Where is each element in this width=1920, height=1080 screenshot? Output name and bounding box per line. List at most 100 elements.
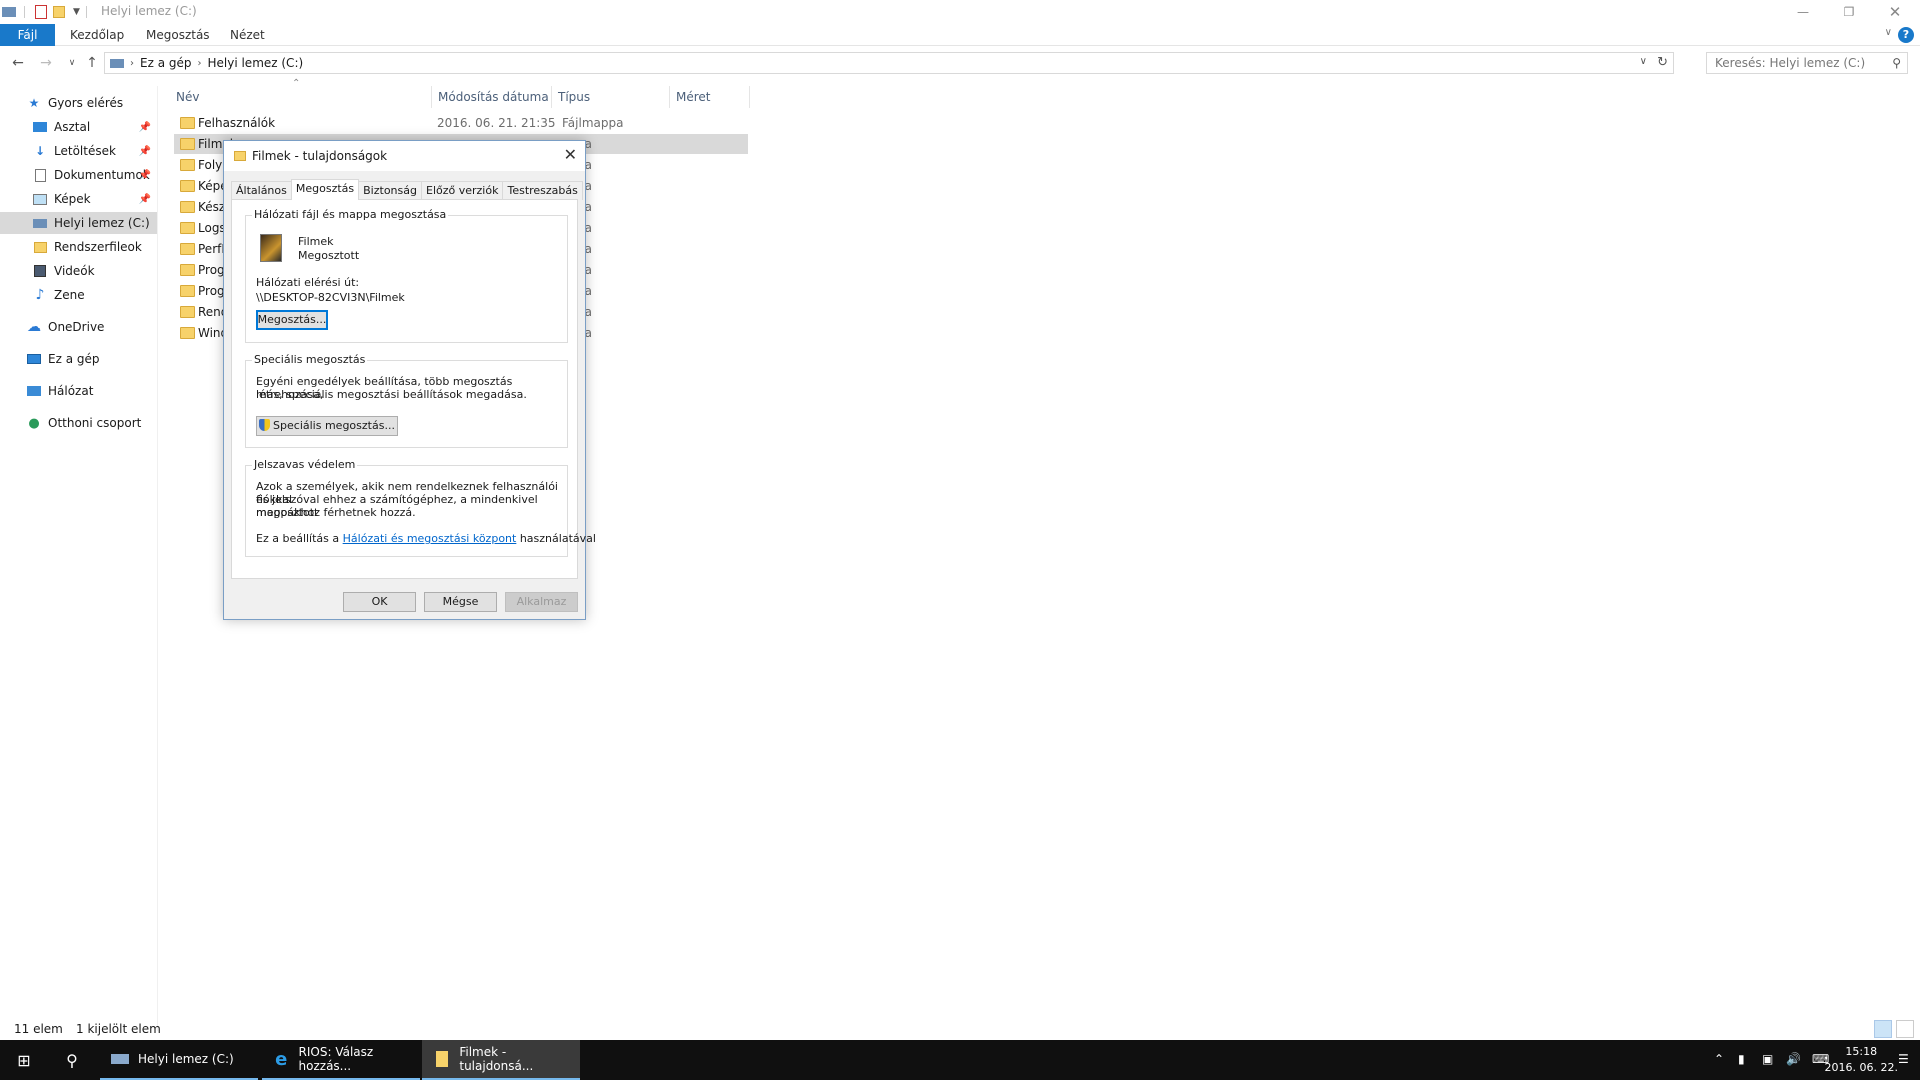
download-icon: ↓ <box>34 144 46 158</box>
address-bar[interactable]: › Ez a gép › Helyi lemez (C:) ∨ ↻ <box>104 52 1674 74</box>
tab-file[interactable]: Fájl <box>0 24 55 46</box>
nav-item-music[interactable]: ♪ Zene <box>0 284 157 306</box>
share-button[interactable]: Megosztás... <box>256 310 328 330</box>
refresh-icon[interactable]: ↻ <box>1657 55 1668 70</box>
new-folder-icon[interactable] <box>53 6 65 18</box>
search-input[interactable]: Keresés: Helyi lemez (C:) ⚲ <box>1706 52 1908 74</box>
pin-icon[interactable]: 📌 <box>139 170 151 181</box>
up-arrow-icon[interactable]: ↑ <box>82 53 102 73</box>
nav-item-pictures[interactable]: Képek 📌 <box>0 188 157 210</box>
show-hidden-icons-icon[interactable]: ⌃ <box>1714 1052 1724 1066</box>
apply-button[interactable]: Alkalmaz <box>505 592 578 612</box>
network-icon[interactable]: ▣ <box>1762 1052 1773 1066</box>
tab-share[interactable]: Megosztás <box>136 24 220 46</box>
cloud-icon: ☁ <box>27 319 41 335</box>
tab-customize[interactable]: Testreszabás <box>502 181 583 200</box>
tab-home[interactable]: Kezdőlap <box>60 24 134 46</box>
nav-item-downloads[interactable]: ↓ Letöltések 📌 <box>0 140 157 162</box>
nav-item-this-pc[interactable]: Ez a gép <box>0 348 157 370</box>
nav-item-desktop[interactable]: Asztal 📌 <box>0 116 157 138</box>
tab-previous-versions[interactable]: Előző verziók <box>421 181 504 200</box>
folder-icon <box>180 180 195 192</box>
cancel-button[interactable]: Mégse <box>424 592 497 612</box>
setting-suffix: használatával <box>516 532 596 545</box>
nav-item-onedrive[interactable]: ☁ OneDrive <box>0 316 157 338</box>
help-icon[interactable]: ? <box>1898 27 1914 43</box>
folder-icon <box>234 151 246 161</box>
pin-icon[interactable]: 📌 <box>139 146 151 157</box>
column-header-date[interactable]: Módosítás dátuma <box>432 86 552 108</box>
password-protection-group: Jelszavas védelem Azok a személyek, akik… <box>245 458 596 557</box>
folder-icon <box>180 222 195 234</box>
pin-icon[interactable]: 📌 <box>139 194 151 205</box>
search-icon: ⚲ <box>1892 56 1901 70</box>
back-arrow-icon[interactable]: ← <box>8 53 28 73</box>
folder-icon <box>432 1051 451 1067</box>
tab-general[interactable]: Általános <box>231 181 292 200</box>
chevron-right-icon[interactable]: › <box>130 58 134 69</box>
navigation-bar: ← → ∨ ↑ › Ez a gép › Helyi lemez (C:) ∨ … <box>0 47 1920 79</box>
properties-icon[interactable] <box>35 5 47 19</box>
nav-label: Asztal <box>54 120 91 134</box>
nav-item-documents[interactable]: Dokumentumok 📌 <box>0 164 157 186</box>
taskbar-item-explorer[interactable]: Helyi lemez (C:) <box>100 1040 258 1080</box>
nav-label: Hálózat <box>48 384 94 398</box>
windows-start-icon[interactable]: ⊞ <box>0 1040 48 1080</box>
restore-icon[interactable]: ❐ <box>1826 0 1872 24</box>
volume-icon[interactable]: 🔊 <box>1786 1052 1801 1066</box>
nav-item-quick-access[interactable]: ★ Gyors elérés <box>0 92 157 114</box>
advanced-sharing-group: Speciális megosztás Egyéni engedélyek be… <box>245 353 568 448</box>
tab-sharing[interactable]: Megosztás <box>290 179 360 200</box>
column-header-size[interactable]: Méret <box>670 86 750 108</box>
close-icon[interactable]: ✕ <box>1872 0 1918 24</box>
folder-icon <box>180 306 195 318</box>
details-view-icon[interactable] <box>1874 1020 1892 1038</box>
battery-icon[interactable]: ▮ <box>1738 1052 1745 1066</box>
drive-icon[interactable] <box>2 7 16 17</box>
large-icons-view-icon[interactable] <box>1896 1020 1914 1038</box>
nav-label: Ez a gép <box>48 352 100 366</box>
taskbar-item-browser[interactable]: e RIOS: Válasz hozzás... <box>262 1040 420 1080</box>
breadcrumb-local-disk[interactable]: Helyi lemez (C:) <box>207 56 303 70</box>
ribbon-expand-icon[interactable]: ∨ <box>1885 27 1892 38</box>
quick-access-toolbar: ▼ <box>0 3 87 21</box>
nav-item-system-files[interactable]: Rendszerfileok <box>0 236 157 258</box>
list-item[interactable]: Felhasználók 2016. 06. 21. 21:35 Fájlmap… <box>174 113 748 133</box>
search-placeholder: Keresés: Helyi lemez (C:) <box>1715 56 1866 70</box>
breadcrumb-this-pc[interactable]: Ez a gép <box>140 56 191 70</box>
forward-arrow-icon[interactable]: → <box>36 53 56 73</box>
clock[interactable]: 15:18 2016. 06. 22. <box>1825 1044 1898 1076</box>
navigation-pane: ★ Gyors elérés Asztal 📌 ↓ Letöltések 📌 D… <box>0 86 158 1031</box>
recent-locations-icon[interactable]: ∨ <box>62 53 82 73</box>
address-dropdown-icon[interactable]: ∨ <box>1640 56 1647 67</box>
tab-security[interactable]: Biztonság <box>358 181 422 200</box>
search-icon[interactable]: ⚲ <box>48 1040 96 1080</box>
title-bar: ▼ Helyi lemez (C:) — ❐ ✕ <box>0 0 1920 24</box>
shared-folder-status: Megosztott <box>298 249 360 262</box>
column-header-name[interactable]: Név <box>170 86 432 108</box>
status-bar: 11 elem 1 kijelölt elem <box>0 1018 1920 1040</box>
nav-item-local-disk[interactable]: Helyi lemez (C:) <box>0 212 157 234</box>
nav-label: Gyors elérés <box>48 96 124 110</box>
close-icon[interactable]: ✕ <box>564 145 577 164</box>
qat-dropdown-icon[interactable]: ▼ <box>73 7 80 17</box>
advanced-sharing-button[interactable]: Speciális megosztás... <box>256 416 398 436</box>
taskbar-item-properties[interactable]: Filmek - tulajdonsá... <box>422 1040 580 1080</box>
nav-label: Helyi lemez (C:) <box>54 216 150 230</box>
chevron-right-icon[interactable]: › <box>197 58 201 69</box>
tab-view[interactable]: Nézet <box>220 24 275 46</box>
column-header-type[interactable]: Típus <box>552 86 670 108</box>
taskbar: ⊞ ⚲ Helyi lemez (C:) e RIOS: Válasz hozz… <box>0 1040 1920 1080</box>
ok-button[interactable]: OK <box>343 592 416 612</box>
network-sharing-center-link[interactable]: Hálózati és megosztási központ <box>343 532 517 545</box>
pin-icon[interactable]: 📌 <box>139 122 151 133</box>
minimize-icon[interactable]: — <box>1780 0 1826 24</box>
nav-label: Képek <box>54 192 91 206</box>
nav-item-videos[interactable]: Videók <box>0 260 157 282</box>
nav-item-network[interactable]: Hálózat <box>0 380 157 402</box>
notifications-icon[interactable]: ☰ <box>1898 1052 1909 1066</box>
nav-label: Letöltések <box>54 144 116 158</box>
nav-item-homegroup[interactable]: ● Otthoni csoport <box>0 412 157 434</box>
item-name: Felhasználók <box>198 116 276 130</box>
folder-icon <box>180 138 195 150</box>
